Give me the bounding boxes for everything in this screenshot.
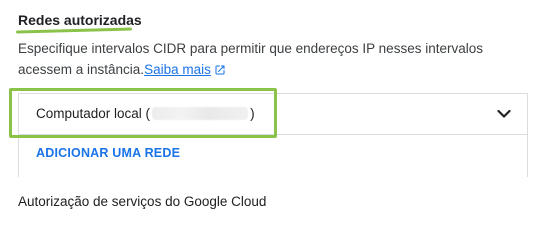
chevron-down-icon[interactable]: [497, 107, 511, 126]
next-section-title: Autorização de serviços do Google Cloud: [18, 194, 267, 209]
description-text: Especifique intervalos CIDR para permiti…: [18, 41, 483, 77]
learn-more-label: Saiba mais: [144, 62, 211, 77]
section-title: Redes autorizadas: [18, 12, 142, 28]
redacted-ip-address: [152, 107, 249, 120]
add-network-button[interactable]: ADICIONAR UMA REDE: [36, 146, 180, 160]
network-label-suffix: ): [250, 106, 255, 121]
authorized-networks-page: Redes autorizadas Especifique intervalos…: [0, 0, 552, 209]
authorized-networks-list: Computador local (): [18, 93, 528, 177]
learn-more-link[interactable]: Saiba mais: [144, 62, 226, 77]
external-link-icon: [214, 61, 226, 82]
title-annotation-underline: [15, 27, 133, 34]
section-description: Especifique intervalos CIDR para permiti…: [18, 38, 538, 82]
network-item-label: Computador local (): [36, 106, 255, 121]
network-label-prefix: Computador local (: [36, 106, 151, 121]
network-item-local-computer[interactable]: Computador local (): [19, 94, 527, 135]
